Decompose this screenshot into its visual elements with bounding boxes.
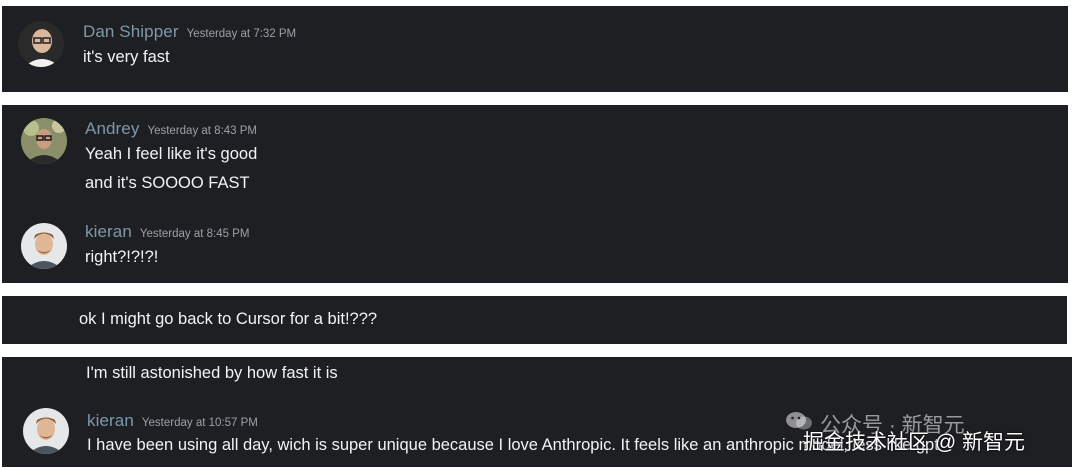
message-header: kieran Yesterday at 8:45 PM [85, 222, 249, 242]
avatar-andrey[interactable] [21, 118, 67, 164]
avatar-kieran[interactable] [21, 223, 67, 269]
author-name[interactable]: Andrey [85, 119, 139, 138]
timestamp: Yesterday at 8:43 PM [147, 125, 257, 137]
timestamp: Yesterday at 8:45 PM [139, 228, 250, 240]
avatar-kieran[interactable] [23, 408, 69, 454]
message-group-andrey-kieran: Andrey Yesterday at 8:43 PM Yeah I feel l… [2, 105, 1068, 283]
message-group-continuation: ok I might go back to Cursor for a bit!?… [2, 296, 1067, 344]
avatar-dan-shipper[interactable] [18, 21, 64, 67]
timestamp: Yesterday at 10:57 PM [141, 417, 258, 429]
author-name[interactable]: Dan Shipper [83, 22, 179, 41]
timestamp: Yesterday at 7:32 PM [186, 28, 297, 40]
message-text: Yeah I feel like it's good [85, 145, 258, 163]
author-name[interactable]: kieran [85, 222, 132, 241]
message-header: Andrey Yesterday at 8:43 PM [85, 119, 257, 139]
message-header: kieran Yesterday at 10:57 PM [87, 411, 258, 431]
message-text: it's very fast [83, 48, 170, 66]
author-name[interactable]: kieran [87, 411, 134, 430]
message-header: Dan Shipper Yesterday at 7:32 PM [83, 22, 296, 42]
message-text: and it's SOOOO FAST [85, 174, 250, 192]
message-text: ok I might go back to Cursor for a bit!?… [79, 310, 378, 328]
watermark-community: 掘金技术社区 @ 新智元 [803, 431, 1025, 454]
message-text: right?!?!?! [85, 248, 159, 266]
message-text: I'm still astonished by how fast it is [86, 364, 338, 382]
message-group-dan-shipper: Dan Shipper Yesterday at 7:32 PM it's ver… [2, 6, 1068, 92]
